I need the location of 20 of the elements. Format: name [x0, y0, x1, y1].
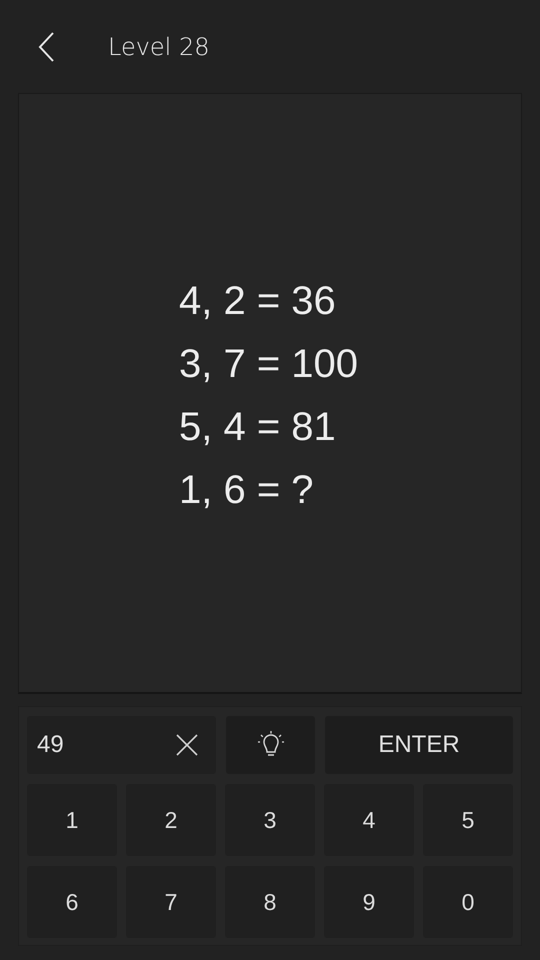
digit-key[interactable]: 5	[423, 784, 513, 856]
hint-button[interactable]	[226, 716, 315, 774]
enter-button[interactable]: ENTER	[325, 716, 513, 774]
digit-key[interactable]: 8	[225, 866, 315, 938]
clear-icon[interactable]	[176, 734, 198, 756]
digit-key[interactable]: 0	[423, 866, 513, 938]
answer-field[interactable]: 49	[27, 716, 216, 774]
digit-key[interactable]: 1	[27, 784, 117, 856]
digit-key[interactable]: 2	[126, 784, 216, 856]
equation-line: 1, 6 = ?	[179, 466, 315, 514]
digit-key[interactable]: 9	[324, 866, 414, 938]
digit-key[interactable]: 6	[27, 866, 117, 938]
equation-line: 3, 7 = 100	[179, 340, 358, 388]
digit-key[interactable]: 3	[225, 784, 315, 856]
digit-key[interactable]: 4	[324, 784, 414, 856]
equation-line: 4, 2 = 36	[179, 278, 337, 324]
digit-key[interactable]: 7	[126, 866, 216, 938]
level-title: Level 28	[108, 32, 210, 60]
answer-value: 49	[37, 731, 64, 759]
equation-line: 5, 4 = 81	[179, 404, 337, 450]
